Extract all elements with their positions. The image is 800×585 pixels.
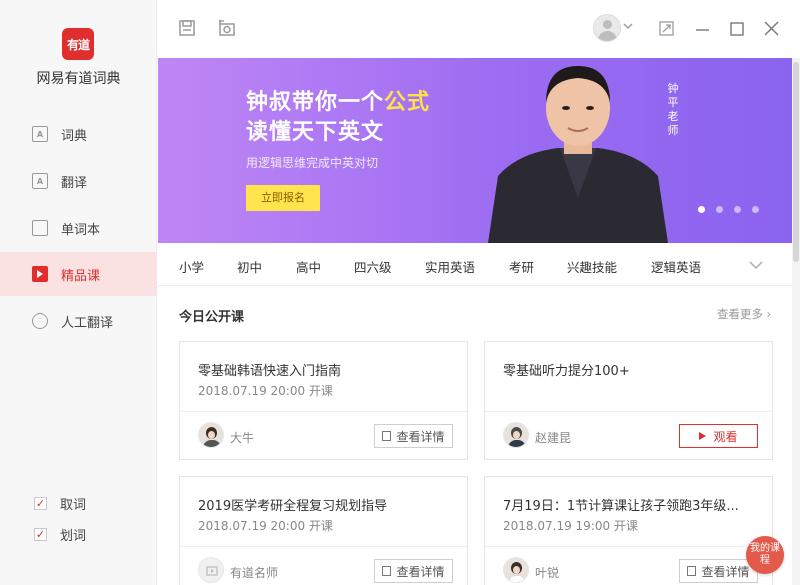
chevron-down-icon[interactable] xyxy=(623,21,633,31)
teacher-avatar xyxy=(198,557,224,583)
teacher-name: 赵建昆 xyxy=(535,431,572,445)
mini-mode-icon[interactable] xyxy=(659,21,674,36)
checkbox-checked-icon: ✓ xyxy=(34,497,47,510)
carousel-dot[interactable] xyxy=(752,206,759,213)
course-title: 零基础韩语快速入门指南 xyxy=(198,364,342,379)
user-avatar[interactable] xyxy=(593,14,621,42)
title-bar xyxy=(158,0,800,58)
course-card[interactable]: 7月19日：1节计算课让孩子领跑3年级... 2018.07.19 19:00 … xyxy=(484,476,773,585)
chevron-down-icon[interactable] xyxy=(749,260,763,270)
app-name: 网易有道词典 xyxy=(36,71,121,87)
my-courses-button[interactable]: 我的课程 xyxy=(746,536,784,574)
checkbox-checked-icon: ✓ xyxy=(34,528,47,541)
video-icon xyxy=(206,566,218,576)
sidebar-item-label: 单词本 xyxy=(61,222,101,238)
checkbox-label: 划词 xyxy=(60,529,87,544)
promo-banner[interactable]: 钟叔带你一个公式 读懂天下英文 用逻辑思维完成中英对切 立即报名 钟平老师 xyxy=(158,58,792,243)
view-details-button[interactable]: 查看详情 xyxy=(374,424,453,448)
document-icon xyxy=(382,566,392,576)
play-icon xyxy=(699,432,707,440)
watch-button[interactable]: 观看 xyxy=(679,424,758,448)
teacher-name: 叶锐 xyxy=(535,566,560,580)
scrollbar-thumb[interactable] xyxy=(793,62,799,262)
app-logo: 有道 xyxy=(62,28,94,60)
view-details-button[interactable]: 查看详情 xyxy=(374,559,453,583)
sidebar-item-label: 精品课 xyxy=(61,268,101,284)
course-card[interactable]: 零基础听力提分100+ 赵建昆 观看 xyxy=(484,341,773,460)
checkbox-label: 取词 xyxy=(60,498,87,513)
divider xyxy=(180,546,467,547)
tab-cet[interactable]: 四六级 xyxy=(354,257,392,276)
teacher-name: 大牛 xyxy=(230,431,255,445)
sidebar-item-wordbook[interactable]: 单词本 xyxy=(0,206,157,250)
course-title: 零基础听力提分100+ xyxy=(503,364,630,379)
carousel-dot[interactable] xyxy=(734,206,741,213)
view-more-link[interactable]: 查看更多 › xyxy=(717,306,771,322)
teacher-avatar xyxy=(503,557,529,583)
banner-subtitle: 用逻辑思维完成中英对切 xyxy=(246,156,379,170)
checkbox-select-word[interactable]: ✓ 划词 xyxy=(34,525,86,544)
teacher-avatar xyxy=(503,422,529,448)
tab-primary[interactable]: 小学 xyxy=(179,257,204,276)
divider xyxy=(180,411,467,412)
signup-button[interactable]: 立即报名 xyxy=(246,185,320,211)
minimize-icon[interactable] xyxy=(695,28,710,32)
tab-logic-english[interactable]: 逻辑英语 xyxy=(651,257,701,276)
sidebar-item-dictionary[interactable]: A 词典 xyxy=(0,112,157,156)
course-time: 2018.07.19 20:00 开课 xyxy=(198,384,333,398)
sidebar-item-courses[interactable]: 精品课 xyxy=(0,252,157,296)
teacher-avatar xyxy=(198,422,224,448)
scrollbar[interactable] xyxy=(792,58,800,585)
sidebar-item-human-translate[interactable]: 人工翻译 xyxy=(0,299,157,343)
divider xyxy=(485,411,772,412)
course-icon xyxy=(32,266,48,282)
checkbox-capture-word[interactable]: ✓ 取词 xyxy=(34,494,86,513)
sidebar: 有道 网易有道词典 A 词典 A 翻译 单词本 精品课 人工翻译 ✓ 取词 ✓ … xyxy=(0,0,157,585)
carousel-dots xyxy=(698,206,759,213)
document-icon xyxy=(382,431,392,441)
wordbook-icon xyxy=(32,220,48,236)
sidebar-item-label: 词典 xyxy=(61,128,88,144)
translate-icon: A xyxy=(32,173,48,189)
tab-postgrad[interactable]: 考研 xyxy=(509,257,534,276)
tab-skills[interactable]: 兴趣技能 xyxy=(567,257,617,276)
play-icon xyxy=(37,270,43,278)
category-tabs: 小学 初中 高中 四六级 实用英语 考研 兴趣技能 逻辑英语 xyxy=(158,243,792,286)
course-time: 2018.07.19 19:00 开课 xyxy=(503,519,638,533)
teacher-photo xyxy=(488,66,668,243)
carousel-dot[interactable] xyxy=(716,206,723,213)
teacher-name: 有道名师 xyxy=(230,566,279,580)
sidebar-item-translate[interactable]: A 翻译 xyxy=(0,159,157,203)
course-title: 7月19日：1节计算课让孩子领跑3年级... xyxy=(503,499,739,514)
sidebar-item-label: 翻译 xyxy=(61,175,88,191)
sidebar-item-label: 人工翻译 xyxy=(61,315,114,331)
screenshot-icon[interactable] xyxy=(218,19,236,37)
document-icon xyxy=(687,566,697,576)
carousel-dot[interactable] xyxy=(698,206,705,213)
dictionary-icon: A xyxy=(32,126,48,142)
banner-title: 钟叔带你一个公式 读懂天下英文 xyxy=(246,90,431,145)
maximize-icon[interactable] xyxy=(730,22,744,36)
tab-senior[interactable]: 高中 xyxy=(296,257,321,276)
course-title: 2019医学考研全程复习规划指导 xyxy=(198,499,388,514)
divider xyxy=(485,546,772,547)
human-translate-icon xyxy=(32,313,48,329)
course-time: 2018.07.19 20:00 开课 xyxy=(198,519,333,533)
tab-practical-english[interactable]: 实用英语 xyxy=(425,257,475,276)
close-icon[interactable] xyxy=(764,21,779,36)
section-title: 今日公开课 xyxy=(179,310,245,325)
teacher-name-vertical: 钟平老师 xyxy=(667,82,679,137)
save-icon[interactable] xyxy=(178,19,196,37)
course-card[interactable]: 零基础韩语快速入门指南 2018.07.19 20:00 开课 大牛 查看详情 xyxy=(179,341,468,460)
course-card[interactable]: 2019医学考研全程复习规划指导 2018.07.19 20:00 开课 有道名… xyxy=(179,476,468,585)
tab-junior[interactable]: 初中 xyxy=(237,257,262,276)
